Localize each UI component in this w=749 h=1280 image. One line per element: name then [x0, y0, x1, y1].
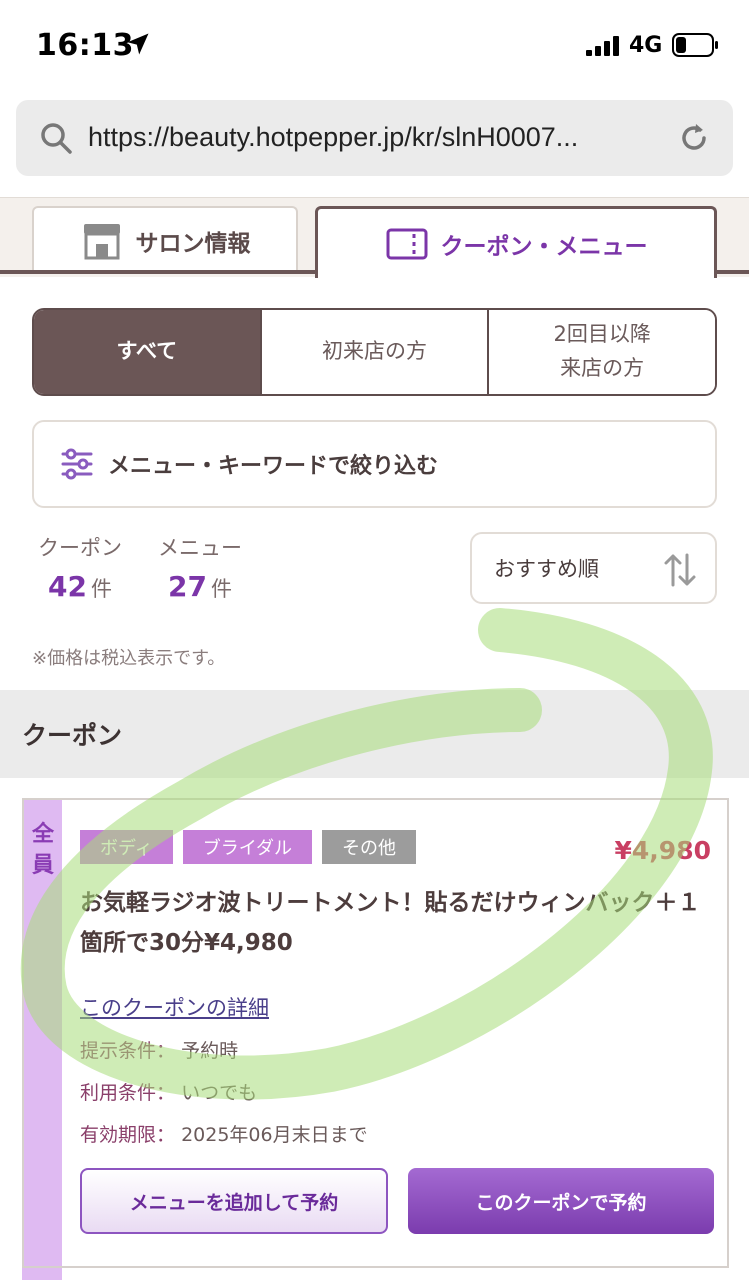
next-coupon-target-strip — [22, 1268, 62, 1280]
visitor-segment-control: すべて 初来店の方 2回目以降 来店の方 — [32, 308, 717, 396]
coupon-count-value: 42 — [48, 570, 87, 603]
active-tab-gap — [318, 270, 714, 275]
coupon-count-value-row: 42 件 — [32, 570, 128, 603]
segment-repeat-line2: 来店の方 — [560, 356, 645, 380]
condition-value: いつでも — [181, 1082, 258, 1104]
segment-first-visit[interactable]: 初来店の方 — [261, 310, 490, 394]
coupon-target-char1: 全 — [31, 822, 54, 847]
sliders-icon — [61, 448, 93, 480]
tab-bar: サロン情報 クーポン・メニュー — [0, 197, 749, 278]
coupon-count: クーポン 42 件 — [32, 532, 128, 603]
tab-salon-info-label: サロン情報 — [135, 231, 251, 257]
section-title: クーポン — [0, 690, 749, 778]
coupon-tag: その他 — [322, 830, 417, 864]
coupon-target-char2: 員 — [31, 852, 54, 878]
menu-count-value-row: 27 件 — [152, 570, 248, 603]
segment-repeat-line1: 2回目以降 — [553, 322, 651, 347]
filter-button[interactable]: メニュー・キーワードで絞り込む — [32, 420, 717, 508]
coupon-reserve-button[interactable]: このクーポンで予約 — [408, 1168, 714, 1234]
search-icon — [41, 123, 72, 154]
address-bar[interactable]: https://beauty.hotpepper.jp/kr/slnH0007.… — [16, 100, 733, 176]
coupon-tag: ブライダル — [182, 830, 313, 864]
location-arrow-icon — [127, 33, 149, 55]
tax-note: ※価格は税込表示です。 — [32, 648, 226, 669]
tab-salon-info[interactable]: サロン情報 — [32, 206, 298, 274]
coupon-condition-expiry: 有効期限： 2025年06月末日まで — [80, 1120, 368, 1147]
filter-label: メニュー・キーワードで絞り込む — [108, 454, 439, 479]
sort-arrows-icon — [664, 553, 696, 587]
menu-count-value: 27 — [168, 570, 207, 603]
url-text[interactable]: https://beauty.hotpepper.jp/kr/slnH0007.… — [88, 122, 668, 153]
coupon-icon — [386, 228, 427, 259]
coupon-tag: ボディ — [80, 830, 173, 864]
condition-value: 予約時 — [181, 1040, 239, 1062]
segment-repeat-visit[interactable]: 2回目以降 来店の方 — [489, 310, 715, 394]
condition-value: 2025年06月末日まで — [181, 1124, 368, 1146]
store-icon — [83, 224, 120, 260]
add-menu-reserve-button[interactable]: メニューを追加して予約 — [80, 1168, 388, 1234]
coupon-title: お気軽ラジオ波トリートメント！貼るだけウィンバック＋１箇所で30分¥4,980 — [80, 890, 701, 956]
condition-key: 有効期限： — [80, 1124, 176, 1146]
coupon-count-unit: 件 — [90, 577, 112, 601]
coupon-condition-usage: 利用条件： いつでも — [80, 1078, 257, 1105]
segment-all[interactable]: すべて — [34, 310, 262, 394]
coupon-count-label: クーポン — [38, 536, 122, 560]
coupon-tags: ボディ ブライダル その他 — [80, 830, 417, 864]
condition-key: 利用条件： — [80, 1082, 176, 1104]
reload-icon[interactable] — [676, 120, 712, 156]
menu-count: メニュー 27 件 — [152, 532, 248, 603]
coupon-condition-presentation: 提示条件： 予約時 — [80, 1036, 238, 1063]
status-bar: 16:13 4G — [0, 0, 749, 92]
sort-select[interactable]: おすすめ順 — [470, 532, 717, 604]
signal-icon — [586, 36, 619, 56]
coupon-target-badge: 全 員 — [24, 800, 62, 1266]
tab-coupon-menu-label: クーポン・メニュー — [440, 233, 648, 260]
coupon-price: ¥4,980 — [614, 836, 711, 865]
network-type: 4G — [629, 33, 663, 58]
menu-count-label: メニュー — [158, 536, 242, 560]
battery-icon — [672, 33, 718, 57]
tab-coupon-menu[interactable]: クーポン・メニュー — [315, 206, 717, 278]
section-title-text: クーポン — [22, 721, 123, 750]
status-time: 16:13 — [36, 28, 134, 63]
next-coupon-card-edge — [22, 1266, 729, 1280]
coupon-card: 全 員 ボディ ブライダル その他 ¥4,980 お気軽ラジオ波トリートメント！… — [22, 798, 729, 1268]
menu-count-unit: 件 — [210, 577, 232, 601]
coupon-detail-link[interactable]: このクーポンの詳細 — [80, 992, 269, 1022]
sort-label: おすすめ順 — [494, 557, 599, 581]
condition-key: 提示条件： — [80, 1040, 176, 1062]
